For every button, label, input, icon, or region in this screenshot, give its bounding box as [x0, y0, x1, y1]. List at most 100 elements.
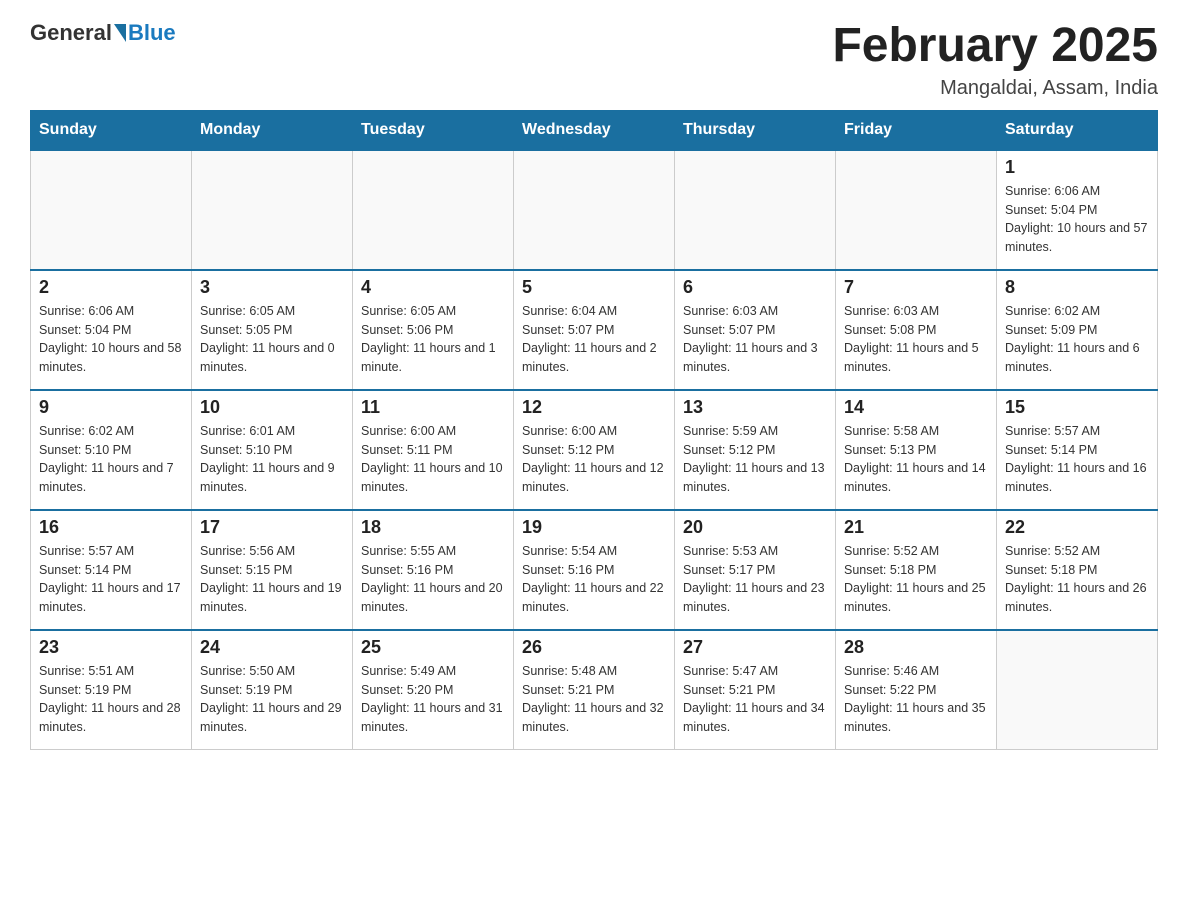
title-block: February 2025 Mangaldai, Assam, India: [832, 20, 1158, 100]
day-number: 8: [1005, 277, 1149, 298]
day-info: Sunrise: 6:01 AMSunset: 5:10 PMDaylight:…: [200, 422, 344, 497]
day-number: 14: [844, 397, 988, 418]
day-number: 15: [1005, 397, 1149, 418]
calendar-week-row: 16 Sunrise: 5:57 AMSunset: 5:14 PMDayligh…: [31, 510, 1158, 630]
day-info: Sunrise: 5:55 AMSunset: 5:16 PMDaylight:…: [361, 542, 505, 617]
calendar-cell: 2 Sunrise: 6:06 AMSunset: 5:04 PMDaylight…: [31, 270, 192, 390]
calendar-cell: 14 Sunrise: 5:58 AMSunset: 5:13 PMDayligh…: [836, 390, 997, 510]
day-number: 7: [844, 277, 988, 298]
day-number: 12: [522, 397, 666, 418]
calendar-cell: 4 Sunrise: 6:05 AMSunset: 5:06 PMDaylight…: [353, 270, 514, 390]
day-info: Sunrise: 6:02 AMSunset: 5:09 PMDaylight:…: [1005, 302, 1149, 377]
day-of-week-header: Friday: [836, 110, 997, 150]
day-info: Sunrise: 5:51 AMSunset: 5:19 PMDaylight:…: [39, 662, 183, 737]
day-info: Sunrise: 5:58 AMSunset: 5:13 PMDaylight:…: [844, 422, 988, 497]
calendar-cell: [31, 150, 192, 270]
day-of-week-header: Saturday: [997, 110, 1158, 150]
logo: General Blue: [30, 20, 176, 46]
day-info: Sunrise: 5:46 AMSunset: 5:22 PMDaylight:…: [844, 662, 988, 737]
day-number: 28: [844, 637, 988, 658]
day-of-week-header: Monday: [192, 110, 353, 150]
day-number: 22: [1005, 517, 1149, 538]
day-number: 21: [844, 517, 988, 538]
page-header: General Blue February 2025 Mangaldai, As…: [30, 20, 1158, 100]
day-info: Sunrise: 5:57 AMSunset: 5:14 PMDaylight:…: [1005, 422, 1149, 497]
calendar-cell: [836, 150, 997, 270]
day-number: 2: [39, 277, 183, 298]
day-number: 24: [200, 637, 344, 658]
day-info: Sunrise: 6:06 AMSunset: 5:04 PMDaylight:…: [39, 302, 183, 377]
calendar-cell: 18 Sunrise: 5:55 AMSunset: 5:16 PMDayligh…: [353, 510, 514, 630]
calendar-cell: 10 Sunrise: 6:01 AMSunset: 5:10 PMDayligh…: [192, 390, 353, 510]
calendar-header: SundayMondayTuesdayWednesdayThursdayFrid…: [31, 110, 1158, 150]
calendar-week-row: 23 Sunrise: 5:51 AMSunset: 5:19 PMDayligh…: [31, 630, 1158, 750]
calendar-cell: 19 Sunrise: 5:54 AMSunset: 5:16 PMDayligh…: [514, 510, 675, 630]
calendar-week-row: 1 Sunrise: 6:06 AMSunset: 5:04 PMDaylight…: [31, 150, 1158, 270]
day-info: Sunrise: 5:47 AMSunset: 5:21 PMDaylight:…: [683, 662, 827, 737]
day-number: 9: [39, 397, 183, 418]
calendar-cell: [353, 150, 514, 270]
day-info: Sunrise: 5:52 AMSunset: 5:18 PMDaylight:…: [1005, 542, 1149, 617]
day-of-week-header: Thursday: [675, 110, 836, 150]
calendar-cell: 5 Sunrise: 6:04 AMSunset: 5:07 PMDaylight…: [514, 270, 675, 390]
day-number: 18: [361, 517, 505, 538]
calendar-cell: [514, 150, 675, 270]
calendar-cell: 6 Sunrise: 6:03 AMSunset: 5:07 PMDaylight…: [675, 270, 836, 390]
calendar-cell: 26 Sunrise: 5:48 AMSunset: 5:21 PMDayligh…: [514, 630, 675, 750]
header-row: SundayMondayTuesdayWednesdayThursdayFrid…: [31, 110, 1158, 150]
day-number: 4: [361, 277, 505, 298]
day-of-week-header: Wednesday: [514, 110, 675, 150]
logo-blue-text: Blue: [128, 20, 176, 46]
day-info: Sunrise: 5:49 AMSunset: 5:20 PMDaylight:…: [361, 662, 505, 737]
calendar-week-row: 2 Sunrise: 6:06 AMSunset: 5:04 PMDaylight…: [31, 270, 1158, 390]
calendar-body: 1 Sunrise: 6:06 AMSunset: 5:04 PMDaylight…: [31, 150, 1158, 750]
calendar-cell: [192, 150, 353, 270]
calendar-cell: 7Sunrise: 6:03 AMSunset: 5:08 PMDaylight…: [836, 270, 997, 390]
day-info: Sunrise: 5:48 AMSunset: 5:21 PMDaylight:…: [522, 662, 666, 737]
day-number: 5: [522, 277, 666, 298]
day-number: 16: [39, 517, 183, 538]
calendar-cell: 25 Sunrise: 5:49 AMSunset: 5:20 PMDayligh…: [353, 630, 514, 750]
calendar-cell: 24Sunrise: 5:50 AMSunset: 5:19 PMDayligh…: [192, 630, 353, 750]
day-number: 10: [200, 397, 344, 418]
calendar-cell: 23 Sunrise: 5:51 AMSunset: 5:19 PMDayligh…: [31, 630, 192, 750]
day-number: 25: [361, 637, 505, 658]
calendar-week-row: 9 Sunrise: 6:02 AMSunset: 5:10 PMDaylight…: [31, 390, 1158, 510]
day-of-week-header: Sunday: [31, 110, 192, 150]
day-info: Sunrise: 6:00 AMSunset: 5:11 PMDaylight:…: [361, 422, 505, 497]
calendar-cell: 9 Sunrise: 6:02 AMSunset: 5:10 PMDaylight…: [31, 390, 192, 510]
day-info: Sunrise: 6:04 AMSunset: 5:07 PMDaylight:…: [522, 302, 666, 377]
calendar-cell: 28 Sunrise: 5:46 AMSunset: 5:22 PMDayligh…: [836, 630, 997, 750]
calendar-cell: 22 Sunrise: 5:52 AMSunset: 5:18 PMDayligh…: [997, 510, 1158, 630]
day-info: Sunrise: 5:57 AMSunset: 5:14 PMDaylight:…: [39, 542, 183, 617]
calendar-cell: 3Sunrise: 6:05 AMSunset: 5:05 PMDaylight…: [192, 270, 353, 390]
day-info: Sunrise: 6:06 AMSunset: 5:04 PMDaylight:…: [1005, 182, 1149, 257]
calendar-cell: 11 Sunrise: 6:00 AMSunset: 5:11 PMDayligh…: [353, 390, 514, 510]
logo-triangle-icon: [114, 24, 126, 42]
day-number: 26: [522, 637, 666, 658]
day-number: 1: [1005, 157, 1149, 178]
calendar-cell: 27 Sunrise: 5:47 AMSunset: 5:21 PMDayligh…: [675, 630, 836, 750]
calendar-cell: 17Sunrise: 5:56 AMSunset: 5:15 PMDayligh…: [192, 510, 353, 630]
calendar-cell: 13Sunrise: 5:59 AMSunset: 5:12 PMDayligh…: [675, 390, 836, 510]
day-number: 23: [39, 637, 183, 658]
location-title: Mangaldai, Assam, India: [832, 77, 1158, 100]
day-info: Sunrise: 5:59 AMSunset: 5:12 PMDaylight:…: [683, 422, 827, 497]
logo-general-text: General: [30, 20, 112, 46]
calendar-cell: 1 Sunrise: 6:06 AMSunset: 5:04 PMDaylight…: [997, 150, 1158, 270]
day-number: 27: [683, 637, 827, 658]
day-info: Sunrise: 5:56 AMSunset: 5:15 PMDaylight:…: [200, 542, 344, 617]
calendar-cell: [675, 150, 836, 270]
day-number: 19: [522, 517, 666, 538]
day-number: 6: [683, 277, 827, 298]
calendar-table: SundayMondayTuesdayWednesdayThursdayFrid…: [30, 110, 1158, 751]
day-info: Sunrise: 5:54 AMSunset: 5:16 PMDaylight:…: [522, 542, 666, 617]
day-number: 20: [683, 517, 827, 538]
day-number: 3: [200, 277, 344, 298]
day-number: 11: [361, 397, 505, 418]
day-info: Sunrise: 6:03 AMSunset: 5:07 PMDaylight:…: [683, 302, 827, 377]
day-info: Sunrise: 6:05 AMSunset: 5:06 PMDaylight:…: [361, 302, 505, 377]
day-info: Sunrise: 5:52 AMSunset: 5:18 PMDaylight:…: [844, 542, 988, 617]
day-info: Sunrise: 5:53 AMSunset: 5:17 PMDaylight:…: [683, 542, 827, 617]
day-info: Sunrise: 6:02 AMSunset: 5:10 PMDaylight:…: [39, 422, 183, 497]
